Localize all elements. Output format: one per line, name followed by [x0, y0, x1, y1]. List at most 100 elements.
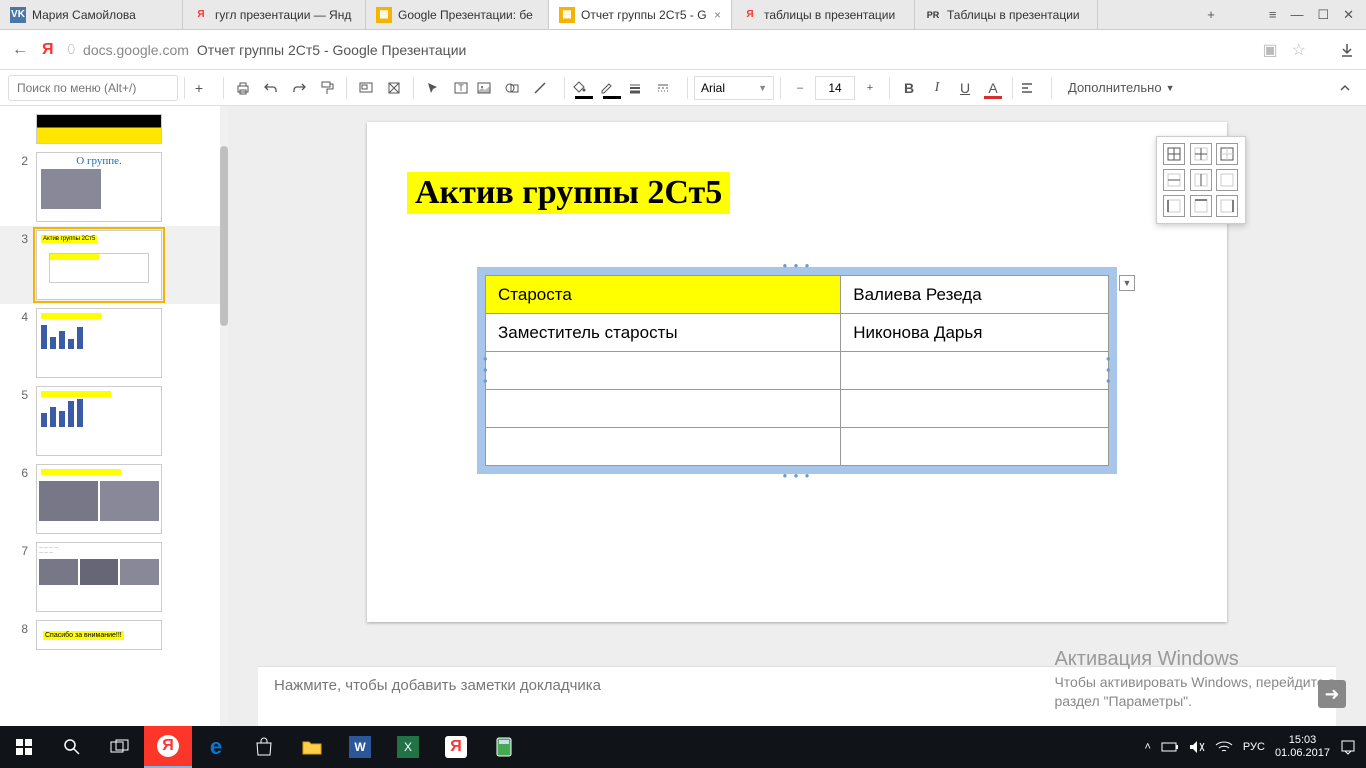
collapse-toolbar-icon[interactable] — [1332, 75, 1358, 101]
battery-icon[interactable] — [1161, 741, 1179, 753]
resize-handle-top[interactable]: ● ● ● — [783, 261, 812, 270]
close-icon[interactable]: ✕ — [1343, 7, 1354, 23]
table-cell[interactable]: Староста — [486, 276, 841, 314]
scrollbar-thumb[interactable] — [220, 146, 228, 326]
undo-icon[interactable] — [258, 75, 284, 101]
table-cell[interactable] — [486, 352, 841, 390]
font-size-input[interactable]: 14 — [815, 76, 855, 100]
border-inner-icon[interactable] — [1190, 143, 1212, 165]
slide-table-selection[interactable]: ● ● ● ● ● ● ● ● ● ● ● ● СтаростаВалиева … — [477, 267, 1117, 474]
slide-thumb[interactable]: 6 — [0, 460, 220, 538]
notifications-icon[interactable] — [1340, 739, 1356, 755]
resize-handle-bottom[interactable]: ● ● ● — [783, 471, 812, 480]
menu-icon[interactable]: ≡ — [1269, 7, 1277, 22]
underline-button[interactable]: U — [952, 75, 978, 101]
back-icon[interactable]: ← — [12, 41, 28, 59]
browser-tab-active[interactable]: ▦ Отчет группы 2Ст5 - G × — [549, 0, 732, 29]
border-horizontal-icon[interactable] — [1163, 169, 1185, 191]
select-icon[interactable] — [420, 75, 446, 101]
excel-icon[interactable]: X — [384, 726, 432, 768]
maximize-icon[interactable]: ☐ — [1317, 7, 1329, 23]
fit-icon[interactable] — [381, 75, 407, 101]
store-icon[interactable] — [240, 726, 288, 768]
table-cell[interactable] — [841, 352, 1109, 390]
more-options-button[interactable]: Дополнительно ▼ — [1058, 80, 1185, 95]
url-field[interactable]: ⬯ docs.google.com Отчет группы 2Ст5 - Go… — [68, 42, 1249, 58]
font-increase-icon[interactable]: + — [857, 75, 883, 101]
fill-color-icon[interactable] — [571, 75, 597, 101]
bold-button[interactable]: B — [896, 75, 922, 101]
table-cell[interactable]: Заместитель старосты — [486, 314, 841, 352]
table-cell[interactable] — [486, 390, 841, 428]
border-color-icon[interactable] — [599, 75, 625, 101]
menu-search-input[interactable] — [8, 75, 178, 101]
print-icon[interactable] — [230, 75, 256, 101]
redo-icon[interactable] — [286, 75, 312, 101]
zoom-icon[interactable] — [353, 75, 379, 101]
slide-table[interactable]: СтаростаВалиева Резеда Заместитель старо… — [485, 275, 1109, 466]
word-icon[interactable]: W — [336, 726, 384, 768]
resize-handle-left[interactable]: ● ● ● — [481, 356, 490, 385]
slide-thumb[interactable]: 2 О группе. — [0, 148, 220, 226]
yandex-browser-icon[interactable]: Я — [144, 726, 192, 768]
border-top-icon[interactable] — [1190, 195, 1212, 217]
language-indicator[interactable]: РУС — [1243, 741, 1265, 753]
edge-icon[interactable]: e — [192, 726, 240, 768]
browser-tab[interactable]: Я гугл презентации — Янд — [183, 0, 366, 29]
protect-icon[interactable]: ▣ — [1263, 40, 1278, 60]
slide-thumb-selected[interactable]: 3 Актив группы 2Ст5 — [0, 226, 220, 304]
text-color-icon[interactable]: A — [980, 75, 1006, 101]
slide-title[interactable]: Актив группы 2Ст5 — [407, 172, 730, 214]
line-icon[interactable] — [532, 75, 558, 101]
paint-format-icon[interactable] — [314, 75, 340, 101]
border-none-icon[interactable] — [1216, 169, 1238, 191]
font-family-select[interactable]: Arial▼ — [694, 76, 774, 100]
border-weight-icon[interactable] — [627, 75, 653, 101]
slide-thumb[interactable]: 5 — [0, 382, 220, 460]
bookmark-icon[interactable]: ☆ — [1292, 40, 1306, 60]
table-cell[interactable] — [841, 390, 1109, 428]
border-right-icon[interactable] — [1216, 195, 1238, 217]
table-cell[interactable]: Никонова Дарья — [841, 314, 1109, 352]
downloads-icon[interactable] — [1340, 43, 1354, 57]
slide-thumb[interactable]: 8 Спасибо за внимание!!! — [0, 616, 220, 654]
browser-tab[interactable]: VK Мария Самойлова — [0, 0, 183, 29]
wifi-icon[interactable] — [1215, 740, 1233, 754]
border-vertical-icon[interactable] — [1190, 169, 1212, 191]
tray-chevron-icon[interactable]: ˄ — [1144, 741, 1150, 753]
task-view-icon[interactable] — [96, 726, 144, 768]
close-icon[interactable]: × — [714, 8, 721, 22]
thumbnail-scrollbar[interactable] — [220, 106, 228, 726]
border-dash-icon[interactable] — [655, 75, 681, 101]
explorer-icon[interactable] — [288, 726, 336, 768]
search-icon[interactable] — [48, 726, 96, 768]
minimize-icon[interactable]: — — [1290, 7, 1303, 22]
table-cell[interactable] — [486, 428, 841, 466]
slide-thumb[interactable] — [0, 110, 220, 148]
table-cell[interactable]: Валиева Резеда — [841, 276, 1109, 314]
shape-icon[interactable] — [504, 75, 530, 101]
volume-icon[interactable] — [1189, 740, 1205, 754]
calculator-icon[interactable] — [480, 726, 528, 768]
yandex-app-icon[interactable]: Я — [432, 726, 480, 768]
start-button[interactable] — [0, 726, 48, 768]
image-icon[interactable] — [476, 75, 502, 101]
border-all-icon[interactable] — [1163, 143, 1185, 165]
table-menu-icon[interactable]: ▼ — [1119, 275, 1135, 291]
table-cell[interactable] — [841, 428, 1109, 466]
browser-tab[interactable]: Я таблицы в презентации — [732, 0, 915, 29]
italic-button[interactable]: I — [924, 75, 950, 101]
browser-tab[interactable]: ▦ Google Презентации: бе — [366, 0, 549, 29]
border-left-icon[interactable] — [1163, 195, 1185, 217]
browser-tab[interactable]: PR Таблицы в презентации — [915, 0, 1098, 29]
new-tab-button[interactable]: + — [1207, 7, 1215, 22]
clock[interactable]: 15:03 01.06.2017 — [1275, 734, 1330, 760]
new-slide-button[interactable]: + — [191, 75, 217, 101]
border-outer-icon[interactable] — [1216, 143, 1238, 165]
help-fab-icon[interactable]: ➜ — [1318, 680, 1346, 708]
slide[interactable]: Актив группы 2Ст5 ● ● ● ● ● ● ● ● ● ● ● … — [367, 122, 1227, 622]
resize-handle-right[interactable]: ● ● ● — [1104, 356, 1113, 385]
align-icon[interactable] — [1019, 75, 1045, 101]
font-decrease-icon[interactable]: – — [787, 75, 813, 101]
textbox-icon[interactable]: T — [448, 75, 474, 101]
